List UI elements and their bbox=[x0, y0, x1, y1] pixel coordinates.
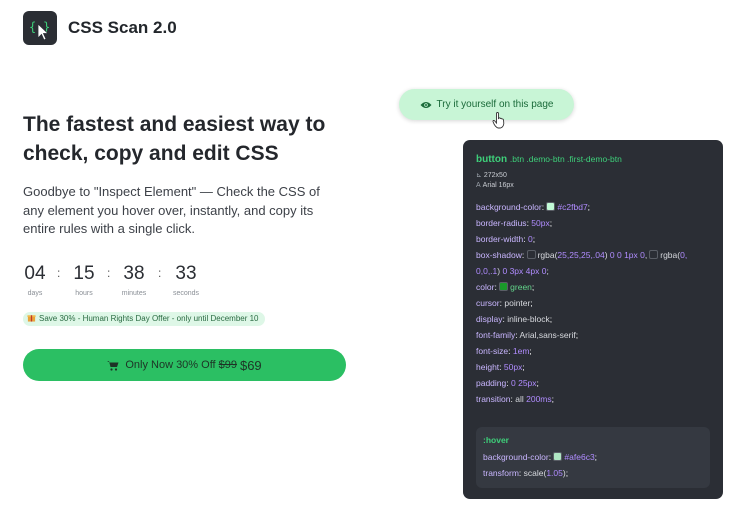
property-name: display bbox=[476, 314, 503, 324]
property-row: font-size: 1em; bbox=[476, 346, 532, 356]
inspector-font: A Arial 16px bbox=[476, 182, 710, 189]
property-value: pointer bbox=[504, 298, 531, 308]
property-row: transform: scale(1.05); bbox=[483, 468, 569, 478]
color-swatch bbox=[526, 250, 536, 259]
property-name: border-width bbox=[476, 234, 524, 244]
property-row: color: green; bbox=[476, 282, 535, 292]
headline: The fastest and easiest way to check, co… bbox=[23, 113, 326, 165]
property-name: height bbox=[476, 362, 500, 372]
countdown-value: 38 bbox=[123, 263, 145, 284]
selector-tag: button bbox=[476, 154, 508, 165]
countdown-value: 15 bbox=[73, 263, 95, 284]
countdown-label: days bbox=[27, 290, 43, 297]
property-name: font-size bbox=[476, 346, 509, 356]
new-price: $69 bbox=[239, 357, 262, 373]
property-value: #c2fbd7 bbox=[557, 202, 588, 212]
property-value: 0 bbox=[527, 234, 533, 244]
offer-badge: Save 30% - Human Rights Day Offer - only… bbox=[23, 312, 265, 326]
old-price: $99 bbox=[218, 359, 237, 371]
hover-rules: :hover background-color: #afe6c3; transf… bbox=[476, 427, 710, 488]
hover-label: :hover bbox=[483, 435, 509, 445]
countdown-value: 04 bbox=[24, 263, 46, 284]
offer-text: Save 30% - Human Rights Day Offer - only… bbox=[39, 314, 259, 323]
property-name: color bbox=[476, 282, 495, 292]
property-value: #afe6c3 bbox=[564, 452, 595, 462]
property-name: border-radius bbox=[476, 218, 527, 228]
hand-pointer-icon bbox=[492, 112, 505, 129]
color-swatch bbox=[553, 452, 563, 461]
color-swatch bbox=[499, 282, 509, 291]
countdown-separator: : bbox=[158, 266, 162, 280]
gift-icon bbox=[27, 315, 36, 322]
font-value: Arial 16px bbox=[482, 182, 514, 189]
property-value: 50px bbox=[531, 218, 550, 228]
property-row: font-family: Arial,sans-serif; bbox=[476, 330, 579, 340]
property-row: background-color: #afe6c3; bbox=[483, 452, 598, 462]
try-it-label: Try it yourself on this page bbox=[436, 99, 554, 110]
inspector-selector: button .btn .demo-btn .first-demo-btn bbox=[476, 154, 710, 165]
selector-classes: .btn .demo-btn .first-demo-btn bbox=[509, 154, 622, 164]
property-list: background-color: #c2fbd7; border-radius… bbox=[476, 199, 710, 407]
countdown-days: 04 days bbox=[23, 262, 47, 297]
property-name: box-shadow bbox=[476, 250, 522, 260]
countdown-seconds: 33 seconds bbox=[170, 262, 202, 297]
try-it-button[interactable]: Try it yourself on this page bbox=[399, 89, 574, 120]
property-name: transform bbox=[483, 468, 519, 478]
property-row: height: 50px; bbox=[476, 362, 525, 372]
hero-subtext: Goodbye to "Inspect Element" — Check the… bbox=[23, 184, 320, 236]
property-name: transition bbox=[476, 394, 511, 404]
property-row: display: inline-block; bbox=[476, 314, 553, 324]
property-row-continued: 0,0,.1) 0 3px 4px 0; bbox=[476, 266, 549, 276]
countdown-value: 33 bbox=[175, 263, 197, 284]
brand-name[interactable]: CSS Scan 2.0 bbox=[68, 18, 177, 38]
eye-icon bbox=[420, 101, 432, 108]
property-value: Arial,sans-serif bbox=[519, 330, 576, 340]
property-name: font-family bbox=[476, 330, 516, 340]
property-name: background-color bbox=[483, 452, 549, 462]
ruler-icon: ⊾ bbox=[476, 172, 482, 179]
cart-icon bbox=[107, 360, 119, 371]
property-value: 0 25px bbox=[511, 378, 537, 388]
svg-text:{: { bbox=[29, 20, 36, 34]
property-row: border-radius: 50px; bbox=[476, 218, 553, 228]
countdown-label: hours bbox=[75, 290, 93, 297]
property-row: padding: 0 25px; bbox=[476, 378, 539, 388]
property-value: inline-block bbox=[507, 314, 550, 324]
countdown-separator: : bbox=[107, 266, 111, 280]
buy-button[interactable]: Only Now 30% Off $99 $69 bbox=[23, 349, 346, 381]
color-swatch bbox=[649, 250, 659, 259]
css-inspector-panel: button .btn .demo-btn .first-demo-btn ⊾ 2… bbox=[463, 140, 723, 499]
countdown-hours: 15 hours bbox=[71, 262, 97, 297]
property-value: 50px bbox=[503, 362, 523, 372]
property-name: padding bbox=[476, 378, 507, 388]
countdown-minutes: 38 minutes bbox=[118, 262, 150, 297]
buy-label: Only Now 30% Off bbox=[125, 359, 216, 371]
size-value: 272x50 bbox=[483, 172, 507, 179]
cursor-logo-icon: { } bbox=[29, 20, 50, 41]
property-row: transition: all 200ms; bbox=[476, 394, 554, 404]
property-row: cursor: pointer; bbox=[476, 298, 533, 308]
countdown-label: seconds bbox=[172, 290, 200, 297]
property-value: green bbox=[510, 282, 532, 292]
property-name: background-color bbox=[476, 202, 542, 212]
inspector-size: ⊾ 272x50 bbox=[476, 171, 710, 179]
property-row: border-width: 0; bbox=[476, 234, 536, 244]
font-icon: A bbox=[476, 182, 481, 189]
property-name: cursor bbox=[476, 298, 500, 308]
property-row: background-color: #c2fbd7; bbox=[476, 202, 591, 212]
color-swatch bbox=[546, 202, 556, 211]
property-row: box-shadow: rgba(25,25,25,.04) 0 0 1px 0… bbox=[476, 250, 688, 260]
logo[interactable]: { } bbox=[23, 11, 57, 45]
countdown-label: minutes bbox=[121, 290, 147, 297]
countdown-separator: : bbox=[57, 266, 61, 280]
property-value: 1em bbox=[512, 346, 530, 356]
